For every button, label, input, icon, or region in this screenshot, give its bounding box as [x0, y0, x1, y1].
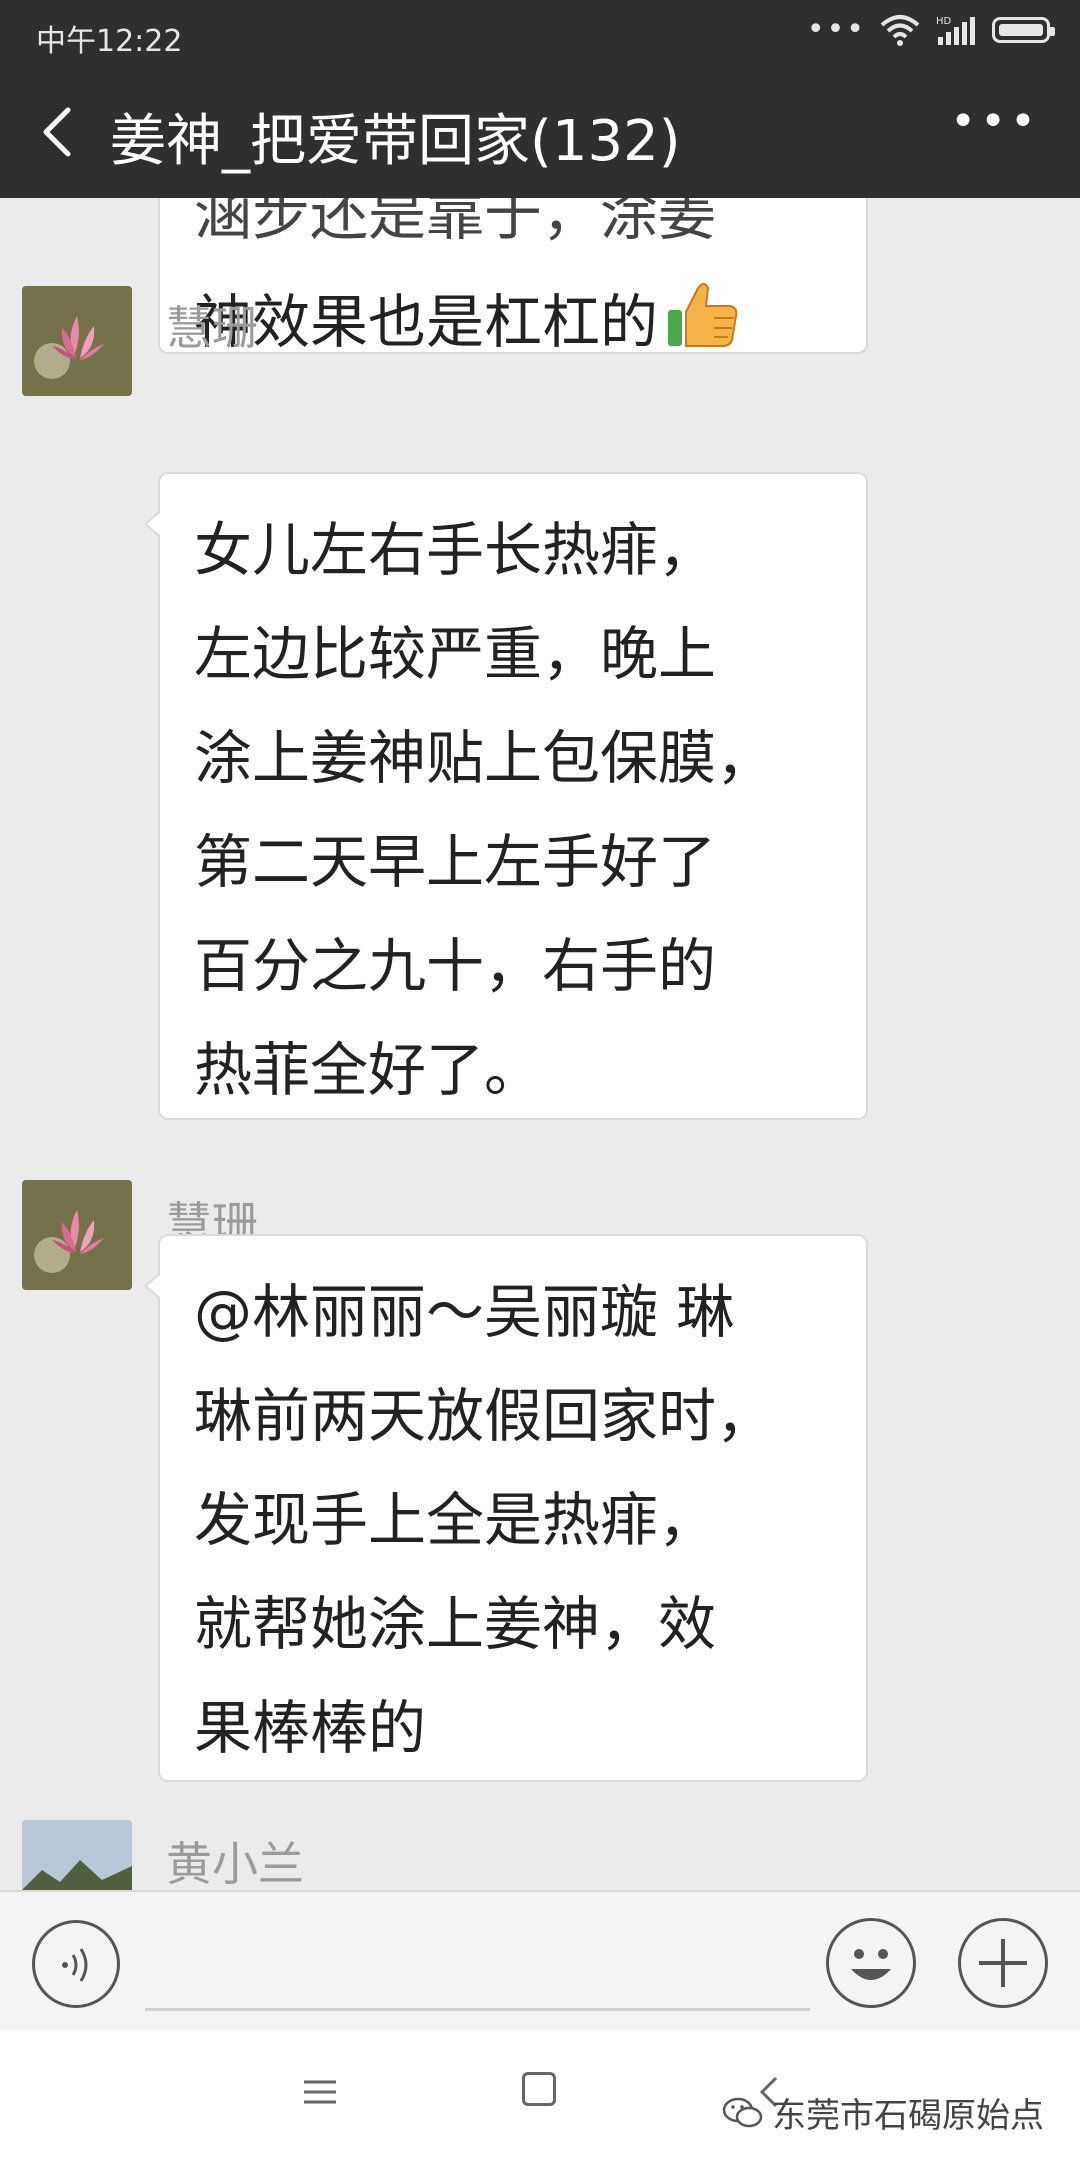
avatar[interactable]	[22, 1180, 132, 1290]
status-bar: 中午12:22 ••• HD	[0, 0, 1080, 66]
sender-name: 黄小兰	[166, 1837, 304, 1890]
hd-signal-icon: HD	[936, 16, 975, 45]
input-bar	[0, 1890, 1080, 2030]
message-line: @林丽丽～吴丽璇 琳	[194, 1278, 735, 1346]
lotus-flower-avatar	[22, 1180, 132, 1290]
wechat-logo-icon	[722, 2097, 763, 2127]
wifi-icon	[880, 14, 920, 46]
message-input[interactable]	[145, 2008, 810, 2011]
system-nav-bar: 东莞市石碣原始点	[0, 2030, 1080, 2160]
avatar[interactable]	[22, 286, 132, 396]
watermark: 东莞市石碣原始点	[722, 2088, 1044, 2137]
message-line: 发现手上全是热痱，	[194, 1486, 717, 1554]
battery-icon	[992, 16, 1055, 43]
sender-name: 慧珊	[166, 301, 258, 355]
chat-title: 姜神_把爱带回家(132)	[110, 109, 681, 174]
lotus-flower-avatar	[22, 286, 132, 396]
message-line: 涂上姜神贴上包保膜，	[194, 724, 775, 792]
plus-icon[interactable]	[958, 1918, 1048, 2008]
menu-icon[interactable]	[300, 2072, 340, 2112]
chat-messages[interactable]: 涵步还是靠于，涂姜 神效果也是杠杠的 慧珊 女儿左右手长热痱， 左边比较严重，晚…	[0, 198, 1080, 1890]
status-icons: ••• HD	[806, 12, 1055, 47]
message-line: 神效果也是杠杠的	[194, 268, 836, 376]
chevron-left-icon[interactable]	[30, 100, 90, 164]
message-line: 左边比较严重，晚上	[194, 620, 717, 688]
message-bubble[interactable]: 女儿左右手长热痱， 左边比较严重，晚上 涂上姜神贴上包保膜， 第二天早上左手好了…	[144, 472, 868, 1120]
more-options-button[interactable]: •••	[950, 96, 1040, 147]
watermark-text: 东莞市石碣原始点	[772, 2096, 1044, 2136]
message-bubble: 涵步还是靠于，涂姜 神效果也是杠杠的	[158, 198, 868, 356]
message-line: 热菲全好了。	[194, 1036, 543, 1104]
message-line: 就帮她涂上姜神，效	[194, 1590, 717, 1658]
message-line: 第二天早上左手好了	[194, 828, 717, 896]
thumbs-up-icon	[668, 283, 738, 347]
avatar[interactable]	[22, 1820, 132, 1890]
home-square-icon[interactable]	[522, 2072, 556, 2106]
message-line: 果棒棒的	[194, 1694, 427, 1762]
svg-text:HD: HD	[936, 16, 952, 27]
notification-dots: •••	[806, 12, 866, 47]
message-line: 琳前两天放假回家时，	[194, 1382, 775, 1450]
mountain-avatar	[22, 1820, 132, 1890]
message-line: 涵步还是靠于，涂姜	[194, 198, 717, 248]
status-time: 中午12:22	[36, 24, 183, 59]
voice-icon[interactable]	[32, 1920, 120, 2008]
message-line: 女儿左右手长热痱，	[194, 516, 717, 584]
chat-header: 姜神_把爱带回家(132) •••	[0, 66, 1080, 198]
smiley-icon[interactable]	[826, 1918, 916, 2008]
message-bubble[interactable]: @林丽丽～吴丽璇 琳 琳前两天放假回家时， 发现手上全是热痱， 就帮她涂上姜神，…	[144, 1234, 868, 1782]
message-line: 百分之九十，右手的	[194, 932, 717, 1000]
